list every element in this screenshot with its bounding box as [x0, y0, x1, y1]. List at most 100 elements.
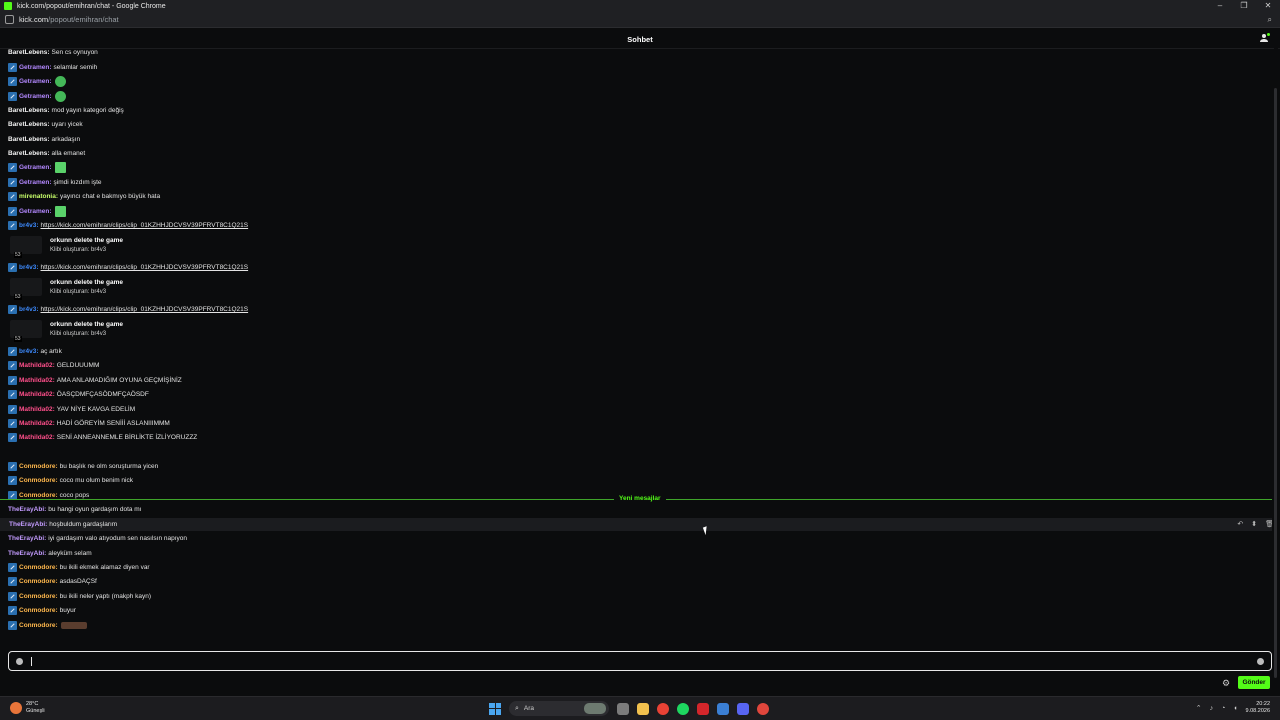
clip-link[interactable]: https://kick.com/emihran/clips/clip_01KZ…	[41, 222, 249, 229]
emote-icon[interactable]	[54, 206, 66, 217]
chat-message[interactable]: Getramen:	[8, 90, 66, 103]
chat-username[interactable]: Mathilda02:	[19, 391, 55, 398]
chat-message[interactable]: Conmodore: bu ikili ekmek alamaz diyen va…	[8, 561, 150, 574]
clip-title[interactable]: orkunn delete the game	[50, 279, 123, 286]
chat-message[interactable]: Getramen: şimdi kızdım işte	[8, 176, 102, 189]
clip-title[interactable]: orkunn delete the game	[50, 321, 123, 328]
chat-message[interactable]: BaretLebens: uyarı yicek	[8, 118, 83, 131]
chat-message[interactable]: Mathilda02: ÖASÇDMFÇASÖDMFÇAÖSDF	[8, 388, 149, 401]
clip-title[interactable]: orkunn delete the game	[50, 237, 123, 244]
chat-message[interactable]: br4v3: aç artık	[8, 345, 62, 358]
chat-message[interactable]: Mathilda02: SENİ ANNEANNEMLE BİRLİKTE İZL…	[8, 431, 197, 444]
chat-message[interactable]: mirenatonia: yayıncı chat e bakmıyo büyük…	[8, 190, 160, 203]
chat-username[interactable]: br4v3:	[19, 348, 39, 355]
chat-username[interactable]: Getramen:	[19, 64, 52, 71]
delete-icon[interactable]: 🗑	[1265, 520, 1272, 528]
settings-gear-icon[interactable]: ⚙	[1222, 678, 1230, 689]
emote-icon[interactable]	[54, 91, 66, 102]
chat-identity-icon[interactable]	[16, 658, 23, 665]
site-info-icon[interactable]	[5, 15, 14, 24]
chat-message[interactable]: Conmodore: coco pops	[8, 489, 89, 502]
chat-username[interactable]: Conmodore:	[19, 593, 58, 600]
subscriber-badge-icon[interactable]	[8, 390, 17, 399]
clip-thumbnail[interactable]: 53	[10, 278, 42, 300]
chat-username[interactable]: Conmodore:	[19, 564, 58, 571]
chat-message[interactable]: Mathilda02: GELDUUUMM	[8, 359, 99, 372]
chat-message[interactable]: Conmodore: buyur	[8, 604, 76, 617]
chat-username[interactable]: Getramen:	[19, 179, 52, 186]
spotify-icon[interactable]	[677, 702, 689, 715]
send-button[interactable]: Gönder	[1238, 676, 1270, 689]
chat-message[interactable]: Conmodore: asdasDAÇSf	[8, 575, 97, 588]
chat-username[interactable]: BaretLebens:	[8, 136, 50, 143]
chat-username[interactable]: Conmodore:	[19, 477, 58, 484]
clip-preview[interactable]: 53 orkunn delete the game Klibi oluşturan:…	[10, 275, 123, 300]
chat-username[interactable]: TheErayAbi:	[9, 521, 47, 528]
subscriber-badge-icon[interactable]	[8, 606, 17, 615]
discord-icon[interactable]	[737, 702, 749, 715]
clip-preview[interactable]: 53 orkunn delete the game Klibi oluşturan:…	[10, 233, 123, 258]
subscriber-badge-icon[interactable]	[8, 163, 17, 172]
chat-username[interactable]: Mathilda02:	[19, 406, 55, 413]
clip-thumbnail[interactable]: 53	[10, 236, 42, 258]
chat-username[interactable]: Conmodore:	[19, 622, 58, 629]
chat-message[interactable]: Getramen:	[8, 75, 66, 88]
clock[interactable]: 20:22 9.08.2026	[1246, 701, 1270, 715]
subscriber-badge-icon[interactable]	[8, 433, 17, 442]
microphone-icon[interactable]: ♪	[1210, 705, 1214, 712]
weather-widget[interactable]: 28°C Güneşli	[10, 701, 45, 715]
subscriber-badge-icon[interactable]	[8, 592, 17, 601]
chat-username[interactable]: TheErayAbi:	[8, 535, 46, 542]
chat-username[interactable]: Getramen:	[19, 164, 52, 171]
chat-username[interactable]: Mathilda02:	[19, 362, 55, 369]
chat-username[interactable]: Mathilda02:	[19, 420, 55, 427]
subscriber-badge-icon[interactable]	[8, 563, 17, 572]
app-circle-icon[interactable]	[757, 702, 769, 715]
chat-username[interactable]: br4v3:	[19, 264, 39, 271]
network-icon[interactable]: ◔	[1221, 705, 1225, 712]
close-icon[interactable]: ✕	[1256, 0, 1280, 12]
chat-username[interactable]: BaretLebens:	[8, 107, 50, 114]
chat-message[interactable]: TheErayAbi: hoşbuldum gardaşlarım ↶ ⬍ 🗑	[0, 518, 1272, 531]
subscriber-badge-icon[interactable]	[8, 462, 17, 471]
zoom-icon[interactable]: ⌕	[1268, 15, 1272, 25]
windows-start-icon[interactable]	[489, 702, 501, 715]
subscriber-badge-icon[interactable]	[8, 305, 17, 314]
chat-message[interactable]: Conmodore: bu ikili neler yaptı (makph ka…	[8, 590, 151, 603]
chat-username[interactable]: Getramen:	[19, 78, 52, 85]
chat-username[interactable]: br4v3:	[19, 306, 39, 313]
pin-icon[interactable]: ⬍	[1251, 520, 1257, 528]
chat-message[interactable]: BaretLebens: arkadaşın	[8, 133, 80, 146]
chat-message[interactable]: BaretLebens: alla emanet	[8, 147, 85, 160]
clip-link[interactable]: https://kick.com/emihran/clips/clip_01KZ…	[41, 264, 249, 271]
steam-icon[interactable]	[717, 702, 729, 715]
subscriber-badge-icon[interactable]	[8, 221, 17, 230]
tray-overflow-icon[interactable]: ⌃	[1196, 704, 1202, 712]
chat-message[interactable]: Mathilda02: AMA ANLAMADIĞIM OYUNA GEÇMİŞİ…	[8, 374, 182, 387]
chat-message[interactable]: Conmodore: bu başlık ne olm soruşturma yi…	[8, 460, 158, 473]
chat-message[interactable]: br4v3: https://kick.com/emihran/clips/cli…	[8, 303, 248, 316]
chat-message[interactable]: BaretLebens: Sen cs oynuyon	[8, 48, 98, 59]
subscriber-badge-icon[interactable]	[8, 405, 17, 414]
emote-icon[interactable]	[54, 162, 66, 173]
subscriber-badge-icon[interactable]	[8, 77, 17, 86]
emote-icon[interactable]	[60, 622, 87, 629]
chat-username[interactable]: Conmodore:	[19, 492, 58, 499]
chat-message[interactable]: Getramen: selamlar semih	[8, 61, 97, 74]
chat-scrollbar[interactable]	[1274, 48, 1278, 678]
chat-username[interactable]: TheErayAbi:	[8, 550, 46, 557]
chat-message[interactable]: BaretLebens: mod yayın kategori değiş	[8, 104, 124, 117]
emote-icon[interactable]	[54, 76, 66, 87]
reply-icon[interactable]: ↶	[1237, 520, 1243, 528]
app-red-icon[interactable]	[697, 702, 709, 715]
chat-message[interactable]: TheErayAbi: iyi gardaşım valo atıyodum se…	[8, 532, 187, 545]
chat-username[interactable]: BaretLebens:	[8, 121, 50, 128]
chat-message[interactable]: br4v3: https://kick.com/emihran/clips/cli…	[8, 219, 248, 232]
chat-messages[interactable]: BaretLebens: Sen cs oynuyon Getramen: selam…	[0, 48, 1272, 648]
subscriber-badge-icon[interactable]	[8, 419, 17, 428]
clip-link[interactable]: https://kick.com/emihran/clips/clip_01KZ…	[41, 306, 249, 313]
subscriber-badge-icon[interactable]	[8, 178, 17, 187]
users-icon[interactable]	[1260, 33, 1270, 43]
chat-message[interactable]: Conmodore: coco mu olum benim nick	[8, 474, 133, 487]
chat-username[interactable]: br4v3:	[19, 222, 39, 229]
